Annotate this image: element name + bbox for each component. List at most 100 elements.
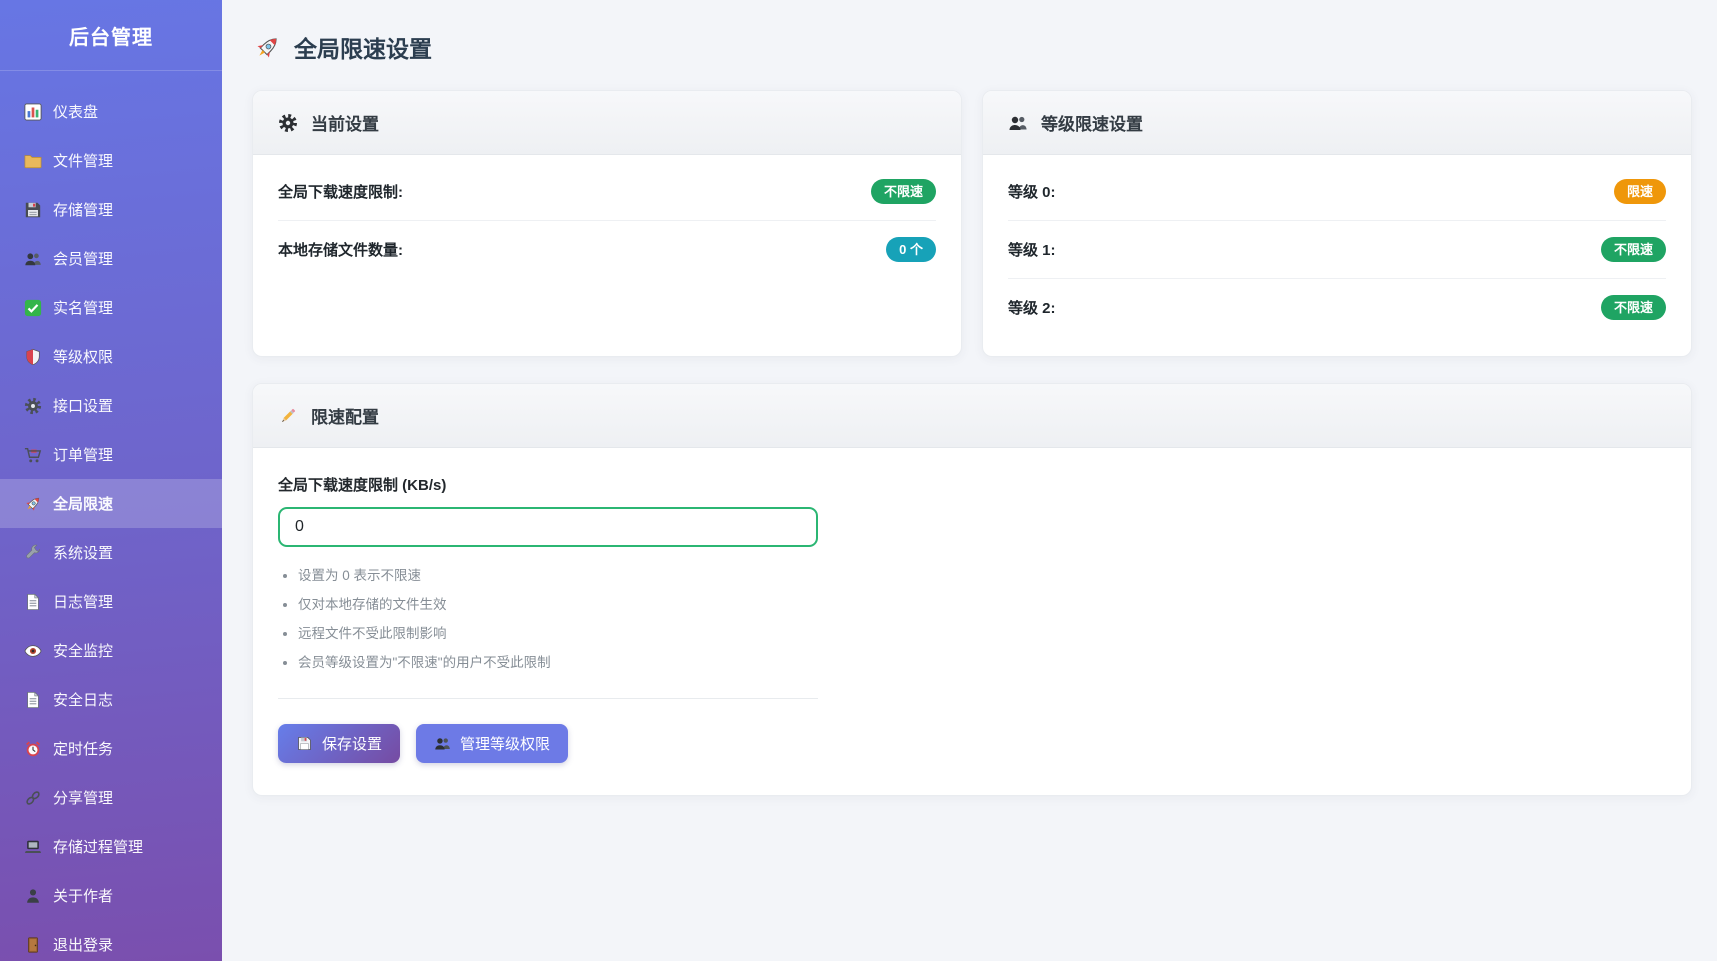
- gear-icon: [278, 113, 298, 133]
- status-badge: 不限速: [871, 179, 936, 204]
- users-icon: [434, 735, 451, 752]
- current-settings-card-header: 当前设置: [253, 91, 961, 155]
- manage-level-permissions-label: 管理等级权限: [460, 733, 550, 754]
- save-settings-button[interactable]: 保存设置: [278, 724, 400, 763]
- note-item: 会员等级设置为"不限速"的用户不受此限制: [298, 651, 818, 671]
- setting-label: 本地存储文件数量:: [278, 239, 403, 260]
- speed-limit-input[interactable]: [278, 507, 818, 547]
- sidebar-item-label: 等级权限: [53, 346, 113, 367]
- status-badge: 限速: [1614, 179, 1666, 204]
- save-icon: [296, 735, 313, 752]
- users-icon: [24, 250, 42, 268]
- document-icon: [24, 691, 42, 709]
- setting-label: 等级 0:: [1008, 181, 1056, 202]
- sidebar-item-label: 仪表盘: [53, 101, 98, 122]
- setting-row-local-file-count: 本地存储文件数量: 0 个: [278, 221, 936, 278]
- form-divider: [278, 698, 818, 699]
- door-icon: [24, 936, 42, 954]
- sidebar-item-label: 关于作者: [53, 885, 113, 906]
- setting-row-level-2: 等级 2: 不限速: [1008, 279, 1666, 336]
- page-title: 全局限速设置: [294, 30, 432, 64]
- level-limit-card-header: 等级限速设置: [983, 91, 1691, 155]
- speed-limit-notes: 设置为 0 表示不限速 仅对本地存储的文件生效 远程文件不受此限制影响 会员等级…: [278, 564, 818, 671]
- setting-row-level-0: 等级 0: 限速: [1008, 163, 1666, 221]
- sidebar-item-global-speed-limit[interactable]: 全局限速: [0, 479, 222, 528]
- pencil-icon: [278, 406, 298, 426]
- speed-limit-config-card: 限速配置 全局下载速度限制 (KB/s) 设置为 0 表示不限速 仅对本地存储的…: [252, 383, 1692, 796]
- status-badge: 不限速: [1601, 237, 1666, 262]
- level-limit-card: 等级限速设置 等级 0: 限速 等级 1: 不限速 等级 2: 不限速: [982, 90, 1692, 357]
- sidebar-item-label: 存储过程管理: [53, 836, 143, 857]
- card-title: 等级限速设置: [1041, 110, 1143, 135]
- sidebar-item-files[interactable]: 文件管理: [0, 136, 222, 185]
- sidebar-item-dashboard[interactable]: 仪表盘: [0, 87, 222, 136]
- setting-row-level-1: 等级 1: 不限速: [1008, 221, 1666, 279]
- sidebar-item-stored-procedures[interactable]: 存储过程管理: [0, 822, 222, 871]
- status-badge: 0 个: [886, 237, 936, 262]
- speed-limit-form: 全局下载速度限制 (KB/s) 设置为 0 表示不限速 仅对本地存储的文件生效 …: [278, 474, 818, 699]
- sidebar-item-label: 退出登录: [53, 934, 113, 955]
- sidebar-item-security-monitor[interactable]: 安全监控: [0, 626, 222, 675]
- setting-label: 等级 1:: [1008, 239, 1056, 260]
- sidebar-item-label: 文件管理: [53, 150, 113, 171]
- users-icon: [1008, 113, 1028, 133]
- link-icon: [24, 789, 42, 807]
- sidebar-item-realname[interactable]: 实名管理: [0, 283, 222, 332]
- sidebar-item-level-perms[interactable]: 等级权限: [0, 332, 222, 381]
- check-icon: [24, 299, 42, 317]
- sidebar-item-logout[interactable]: 退出登录: [0, 920, 222, 961]
- sidebar-item-label: 安全日志: [53, 689, 113, 710]
- level-limit-card-body: 等级 0: 限速 等级 1: 不限速 等级 2: 不限速: [983, 155, 1691, 356]
- config-card-header: 限速配置: [253, 384, 1691, 448]
- note-item: 远程文件不受此限制影响: [298, 622, 818, 642]
- sidebar-item-orders[interactable]: 订单管理: [0, 430, 222, 479]
- note-item: 设置为 0 表示不限速: [298, 564, 818, 584]
- sidebar-item-label: 系统设置: [53, 542, 113, 563]
- sidebar-item-storage[interactable]: 存储管理: [0, 185, 222, 234]
- chart-icon: [24, 103, 42, 121]
- sidebar-item-logs[interactable]: 日志管理: [0, 577, 222, 626]
- current-settings-card-body: 全局下载速度限制: 不限速 本地存储文件数量: 0 个: [253, 155, 961, 298]
- page-header: 全局限速设置: [254, 30, 1692, 64]
- gear-icon: [24, 397, 42, 415]
- config-card-body: 全局下载速度限制 (KB/s) 设置为 0 表示不限速 仅对本地存储的文件生效 …: [253, 448, 1691, 795]
- app-title: 后台管理: [0, 0, 222, 71]
- rocket-icon: [24, 495, 42, 513]
- current-settings-card: 当前设置 全局下载速度限制: 不限速 本地存储文件数量: 0 个: [252, 90, 962, 357]
- setting-label: 全局下载速度限制:: [278, 181, 403, 202]
- sidebar-item-api-settings[interactable]: 接口设置: [0, 381, 222, 430]
- top-cards: 当前设置 全局下载速度限制: 不限速 本地存储文件数量: 0 个 等级限速设置: [252, 90, 1692, 357]
- folder-icon: [24, 152, 42, 170]
- sidebar-item-scheduled-tasks[interactable]: 定时任务: [0, 724, 222, 773]
- sidebar: 后台管理 仪表盘 文件管理 存储管理 会员管理 实名管理 等级权限: [0, 0, 222, 961]
- shield-icon: [24, 348, 42, 366]
- sidebar-menu: 仪表盘 文件管理 存储管理 会员管理 实名管理 等级权限 接口设置: [0, 71, 222, 961]
- rocket-icon: [254, 34, 281, 61]
- document-icon: [24, 593, 42, 611]
- sidebar-item-label: 订单管理: [53, 444, 113, 465]
- sidebar-item-label: 安全监控: [53, 640, 113, 661]
- cart-icon: [24, 446, 42, 464]
- setting-label: 等级 2:: [1008, 297, 1056, 318]
- sidebar-item-label: 定时任务: [53, 738, 113, 759]
- sidebar-item-label: 分享管理: [53, 787, 113, 808]
- alarm-icon: [24, 740, 42, 758]
- sidebar-item-share[interactable]: 分享管理: [0, 773, 222, 822]
- laptop-icon: [24, 838, 42, 856]
- status-badge: 不限速: [1601, 295, 1666, 320]
- sidebar-item-label: 全局限速: [53, 493, 113, 514]
- sidebar-item-label: 实名管理: [53, 297, 113, 318]
- sidebar-item-members[interactable]: 会员管理: [0, 234, 222, 283]
- sidebar-item-system-settings[interactable]: 系统设置: [0, 528, 222, 577]
- setting-row-global-download-limit: 全局下载速度限制: 不限速: [278, 163, 936, 221]
- card-title: 限速配置: [311, 403, 379, 428]
- config-actions: 保存设置 管理等级权限: [278, 724, 1666, 763]
- person-icon: [24, 887, 42, 905]
- speed-limit-field-label: 全局下载速度限制 (KB/s): [278, 474, 818, 495]
- eye-icon: [24, 642, 42, 660]
- sidebar-item-label: 日志管理: [53, 591, 113, 612]
- sidebar-item-security-logs[interactable]: 安全日志: [0, 675, 222, 724]
- floppy-icon: [24, 201, 42, 219]
- sidebar-item-about-author[interactable]: 关于作者: [0, 871, 222, 920]
- manage-level-permissions-button[interactable]: 管理等级权限: [416, 724, 568, 763]
